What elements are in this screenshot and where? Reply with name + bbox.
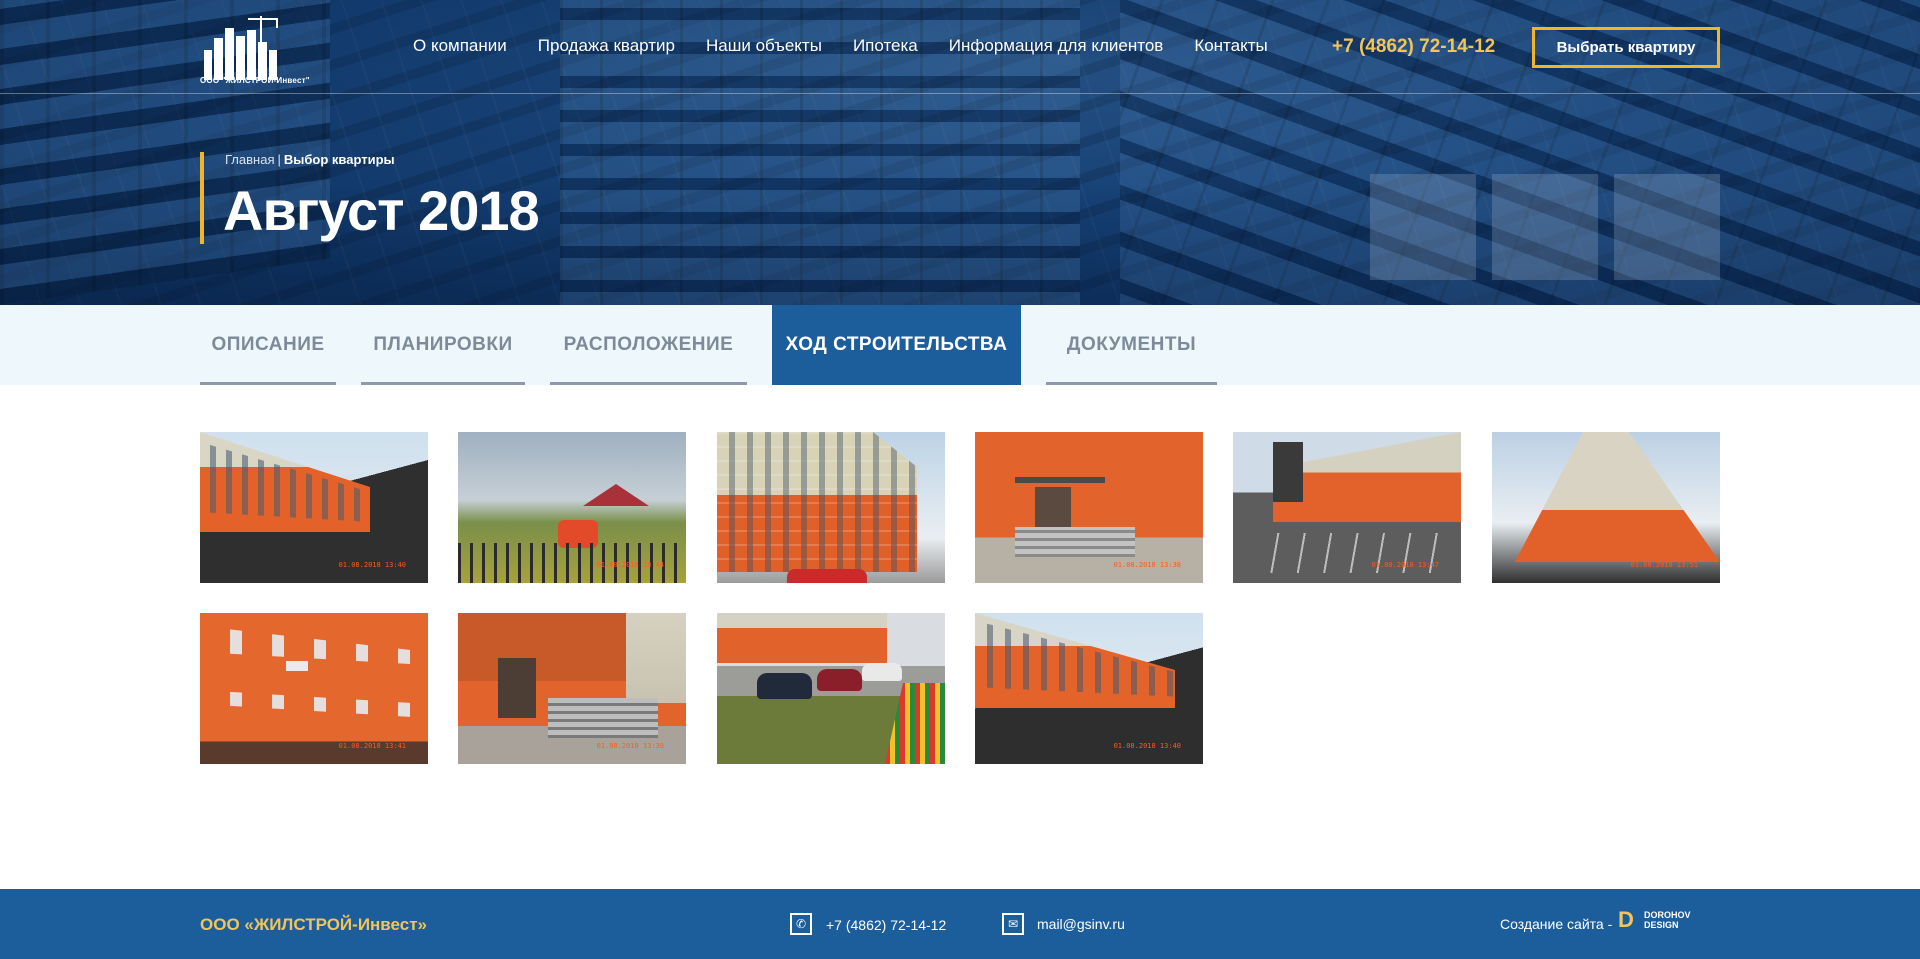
nav-item-about[interactable]: О компании <box>413 36 507 56</box>
photo-timestamp: 01.08.2018 13:51 <box>1630 561 1698 569</box>
photo-timestamp: 01.08.2018 13:47 <box>1371 561 1439 569</box>
gallery-photo[interactable]: 01.08.2018 13:39 <box>458 613 686 764</box>
gallery-photo[interactable]: 01.08.2018 13:40 <box>975 613 1203 764</box>
brand-line-1: DOROHOV <box>1644 910 1691 920</box>
gallery-photo[interactable] <box>717 432 945 583</box>
photo-timestamp: 01.08.2018 13:39 <box>596 742 664 750</box>
gallery-photo[interactable] <box>717 613 945 764</box>
gallery-photo[interactable]: 01.08.2018 13:38 <box>975 432 1203 583</box>
dorohov-logo-icon[interactable]: D <box>1618 909 1640 931</box>
phone-icon: ✆ <box>790 913 812 935</box>
photo-timestamp: 01.08.2018 13:38 <box>1113 561 1181 569</box>
footer-credit: Создание сайта - <box>1500 916 1613 932</box>
hero-thumbnail[interactable] <box>1370 174 1476 280</box>
gallery-photo[interactable]: 01.08.2018 13:41 <box>200 613 428 764</box>
hero-thumbnail[interactable] <box>1492 174 1598 280</box>
gallery-photo[interactable]: 01.08.2018 13:51 <box>1492 432 1720 583</box>
photo-timestamp: 01.08.2018 13:40 <box>338 561 406 569</box>
footer-developer-brand[interactable]: DOROHOV DESIGN <box>1644 910 1691 930</box>
brand-line-2: DESIGN <box>1644 920 1679 930</box>
tab-location[interactable]: РАСПОЛОЖЕНИЕ <box>550 305 747 385</box>
nav-item-sales[interactable]: Продажа квартир <box>538 36 675 56</box>
choose-apartment-button[interactable]: Выбрать квартиру <box>1532 27 1720 68</box>
photo-timestamp: 01.08.2018 13:41 <box>338 742 406 750</box>
footer-phone[interactable]: +7 (4862) 72-14-12 <box>826 917 946 933</box>
hero-thumbnail[interactable] <box>1614 174 1720 280</box>
tab-description[interactable]: ОПИСАНИЕ <box>200 305 336 385</box>
nav-item-objects[interactable]: Наши объекты <box>706 36 822 56</box>
tab-documents[interactable]: ДОКУМЕНТЫ <box>1046 305 1217 385</box>
footer-company-name: ООО «ЖИЛСТРОЙ-Инвест» <box>200 915 427 934</box>
footer-email[interactable]: mail@gsinv.ru <box>1037 916 1125 932</box>
nav-item-client-info[interactable]: Информация для клиентов <box>949 36 1164 56</box>
breadcrumb-home[interactable]: Главная <box>225 152 274 167</box>
hero-thumbnails <box>1370 174 1720 280</box>
header-divider <box>0 93 1920 94</box>
gallery-photo[interactable]: 01.08.2018 13:44 <box>458 432 686 583</box>
tabs-bar: ОПИСАНИЕ ПЛАНИРОВКИ РАСПОЛОЖЕНИЕ ХОД СТР… <box>0 305 1920 385</box>
main-navigation: О компании Продажа квартир Наши объекты … <box>413 36 1268 56</box>
breadcrumb: Главная | Выбор квартиры <box>225 152 395 167</box>
gallery-photo[interactable]: 01.08.2018 13:47 <box>1233 432 1461 583</box>
nav-item-contacts[interactable]: Контакты <box>1194 36 1267 56</box>
tab-construction-progress[interactable]: ХОД СТРОИТЕЛЬСТВА <box>772 305 1021 385</box>
breadcrumb-separator: | <box>277 152 281 167</box>
logo-caption: ООО "ЖИЛСТРОЙ-Инвест" <box>200 76 310 85</box>
photo-timestamp: 01.08.2018 13:44 <box>596 561 664 569</box>
header-phone[interactable]: +7 (4862) 72-14-12 <box>1332 36 1495 58</box>
nav-item-mortgage[interactable]: Ипотека <box>853 36 918 56</box>
title-accent-bar <box>200 152 204 244</box>
gallery-photo[interactable]: 01.08.2018 13:40 <box>200 432 428 583</box>
site-footer: ООО «ЖИЛСТРОЙ-Инвест» ✆ +7 (4862) 72-14-… <box>0 889 1920 959</box>
page-title: Август 2018 <box>223 179 540 242</box>
hero-banner: ООО "ЖИЛСТРОЙ-Инвест" О компании Продажа… <box>0 0 1920 305</box>
breadcrumb-current: Выбор квартиры <box>283 152 395 167</box>
mail-icon: ✉ <box>1002 913 1024 935</box>
tab-layouts[interactable]: ПЛАНИРОВКИ <box>361 305 525 385</box>
photo-timestamp: 01.08.2018 13:40 <box>1113 742 1181 750</box>
